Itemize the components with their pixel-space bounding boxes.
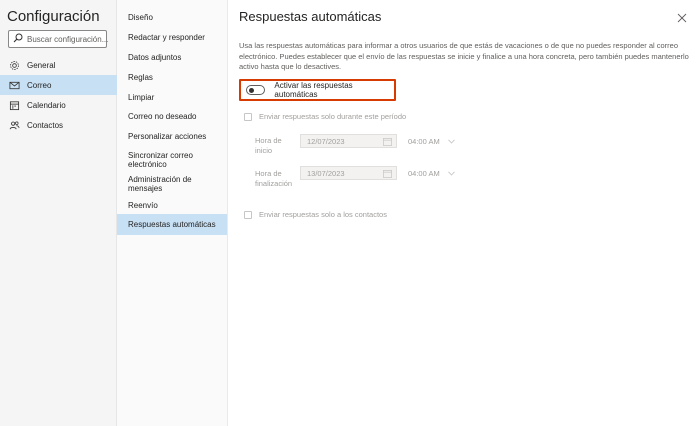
start-date-picker[interactable]: 12/07/2023 bbox=[300, 134, 397, 148]
close-icon[interactable] bbox=[677, 10, 687, 23]
submenu-item-automatic-replies[interactable]: Respuestas automáticas bbox=[117, 214, 227, 235]
submenu-item-junk-email[interactable]: Correo no deseado bbox=[117, 110, 227, 122]
nav-item-general[interactable]: General bbox=[0, 55, 117, 75]
people-icon bbox=[9, 120, 20, 131]
toggle-knob bbox=[249, 87, 254, 93]
calendar-icon bbox=[383, 169, 392, 178]
start-time-value: 04:00 AM bbox=[408, 137, 440, 146]
end-time-value: 04:00 AM bbox=[408, 169, 440, 178]
contacts-checkbox[interactable] bbox=[244, 210, 252, 219]
mail-icon bbox=[9, 80, 20, 91]
period-checkbox[interactable] bbox=[244, 112, 252, 121]
page-title: Respuestas automáticas bbox=[239, 9, 382, 24]
start-time-dropdown[interactable]: 04:00 AM bbox=[408, 137, 455, 146]
submenu-item-sweep[interactable]: Limpiar bbox=[117, 91, 227, 103]
period-checkbox-row[interactable]: Enviar respuestas solo durante este perí… bbox=[244, 112, 406, 121]
end-time-dropdown[interactable]: 04:00 AM bbox=[408, 169, 455, 178]
nav-item-label: Calendario bbox=[27, 100, 66, 110]
nav-item-label: Contactos bbox=[27, 120, 64, 130]
calendar-icon bbox=[383, 137, 392, 146]
submenu-item-attachments[interactable]: Datos adjuntos bbox=[117, 51, 227, 63]
submenu-item-forwarding[interactable]: Reenvío bbox=[117, 199, 227, 211]
settings-title: Configuración bbox=[7, 8, 100, 25]
nav-item-contacts[interactable]: Contactos bbox=[0, 115, 117, 135]
contacts-checkbox-label: Enviar respuestas solo a los contactos bbox=[259, 210, 387, 219]
nav-item-label: Correo bbox=[27, 80, 52, 90]
submenu-item-message-handling[interactable]: Administración de mensajes bbox=[117, 174, 212, 194]
search-icon bbox=[13, 30, 23, 48]
chevron-down-icon bbox=[447, 171, 455, 176]
submenu-item-compose-reply[interactable]: Redactar y responder bbox=[117, 31, 227, 43]
submenu-item-rules[interactable]: Reglas bbox=[117, 71, 227, 83]
end-time-label: Hora de finalización bbox=[255, 169, 293, 188]
contacts-checkbox-row[interactable]: Enviar respuestas solo a los contactos bbox=[244, 210, 387, 219]
description-text: Usa las respuestas automáticas para info… bbox=[239, 41, 689, 71]
start-time-label: Hora de inicio bbox=[255, 136, 282, 155]
chevron-down-icon bbox=[447, 139, 455, 144]
automatic-replies-panel: Respuestas automáticas Usa las respuesta… bbox=[228, 0, 696, 426]
calendar-icon bbox=[9, 100, 20, 111]
settings-nav: General Correo Calendario Contactos bbox=[0, 55, 117, 135]
auto-reply-toggle-row[interactable]: Activar las respuestas automáticas bbox=[239, 79, 396, 101]
toggle-label: Activar las respuestas automáticas bbox=[274, 81, 353, 99]
gear-icon bbox=[9, 60, 20, 71]
nav-item-label: General bbox=[27, 60, 56, 70]
auto-reply-toggle[interactable] bbox=[246, 85, 266, 95]
settings-nav-pane: Configuración General Correo Calendario bbox=[0, 0, 117, 426]
search-input[interactable] bbox=[27, 34, 109, 44]
start-date-value: 12/07/2023 bbox=[307, 136, 345, 146]
end-date-picker[interactable]: 13/07/2023 bbox=[300, 166, 397, 180]
submenu-item-customize-actions[interactable]: Personalizar acciones bbox=[117, 130, 227, 142]
nav-item-calendar[interactable]: Calendario bbox=[0, 95, 117, 115]
search-box[interactable] bbox=[8, 30, 109, 48]
period-checkbox-label: Enviar respuestas solo durante este perí… bbox=[259, 112, 407, 121]
nav-item-mail[interactable]: Correo bbox=[0, 75, 117, 95]
end-date-value: 13/07/2023 bbox=[307, 168, 345, 178]
submenu-item-layout[interactable]: Diseño bbox=[117, 11, 227, 23]
submenu-item-sync-email[interactable]: Sincronizar correo electrónico bbox=[117, 150, 217, 170]
mail-settings-submenu: Diseño Redactar y responder Datos adjunt… bbox=[117, 0, 228, 426]
